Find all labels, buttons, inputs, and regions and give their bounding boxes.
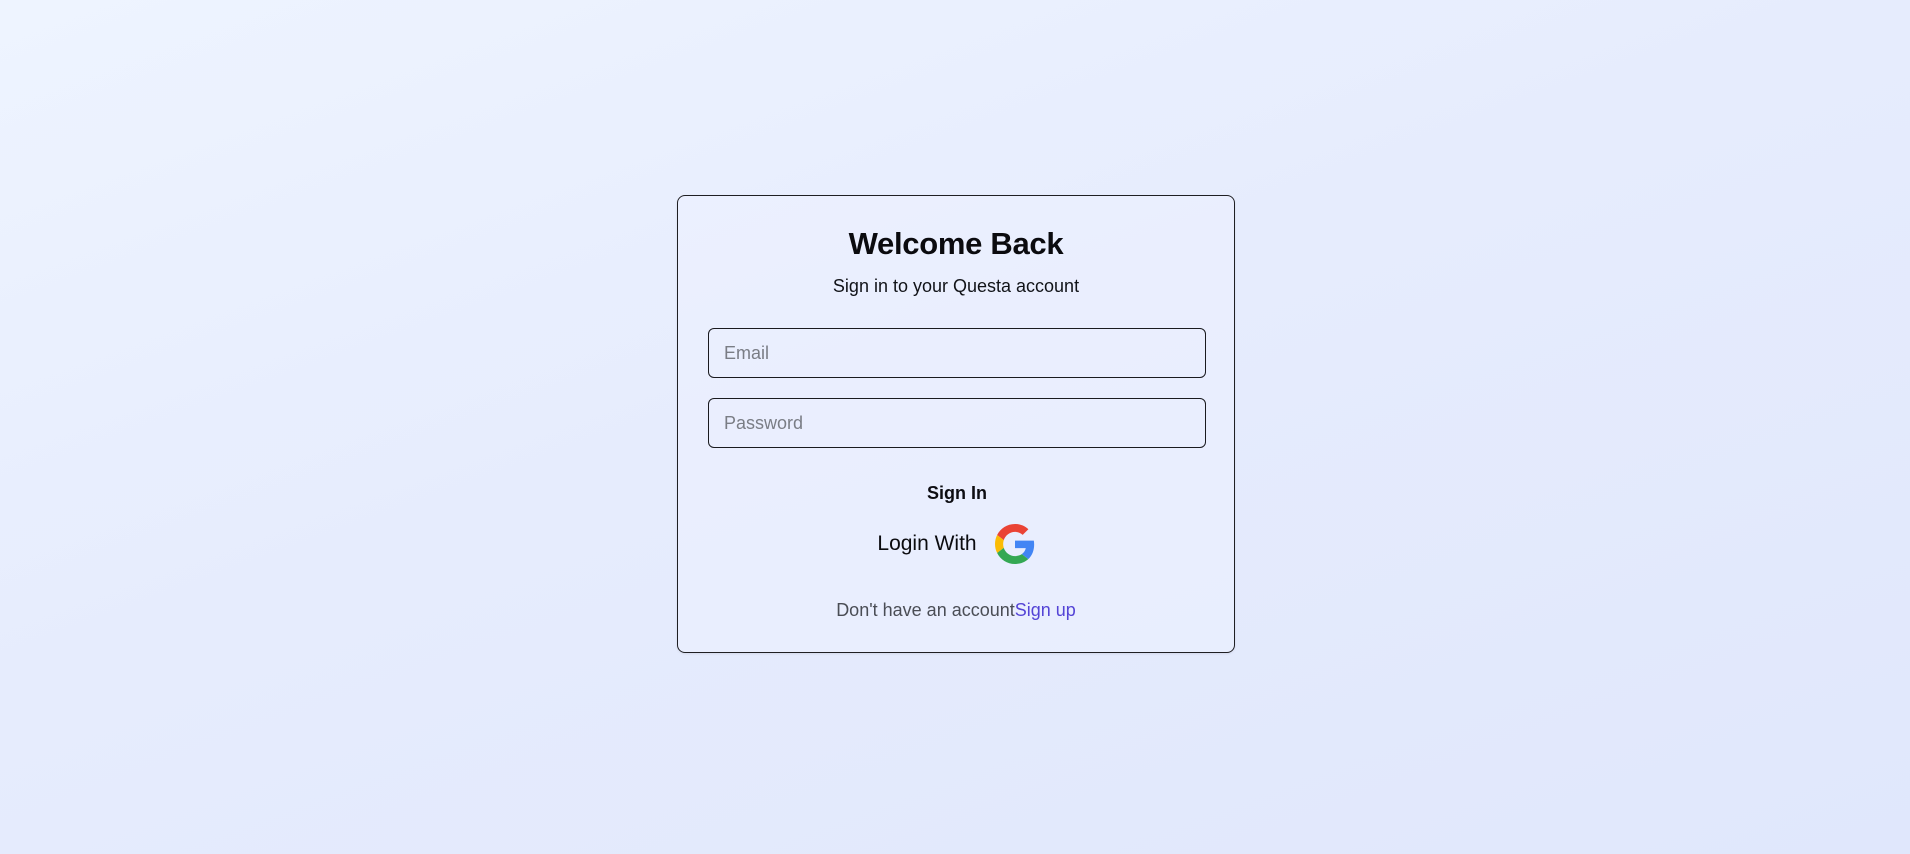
page-subtitle: Sign in to your Questa account bbox=[832, 276, 1080, 296]
login-card: Welcome Back Sign in to your Questa acco… bbox=[677, 195, 1235, 653]
sign-up-link[interactable]: Sign up bbox=[1015, 600, 1076, 620]
email-field[interactable] bbox=[708, 328, 1206, 378]
login-with-google-button[interactable]: Login With bbox=[678, 523, 1234, 565]
login-with-label: Login With bbox=[877, 532, 977, 555]
google-logo-icon[interactable] bbox=[994, 524, 1035, 564]
signup-prompt-text: Don't have an account bbox=[836, 600, 1015, 620]
password-field[interactable] bbox=[708, 398, 1206, 448]
signup-prompt: Don't have an accountSign up bbox=[678, 600, 1234, 621]
page-title: Welcome Back bbox=[848, 226, 1064, 261]
sign-in-button[interactable]: Sign In bbox=[907, 479, 1007, 507]
